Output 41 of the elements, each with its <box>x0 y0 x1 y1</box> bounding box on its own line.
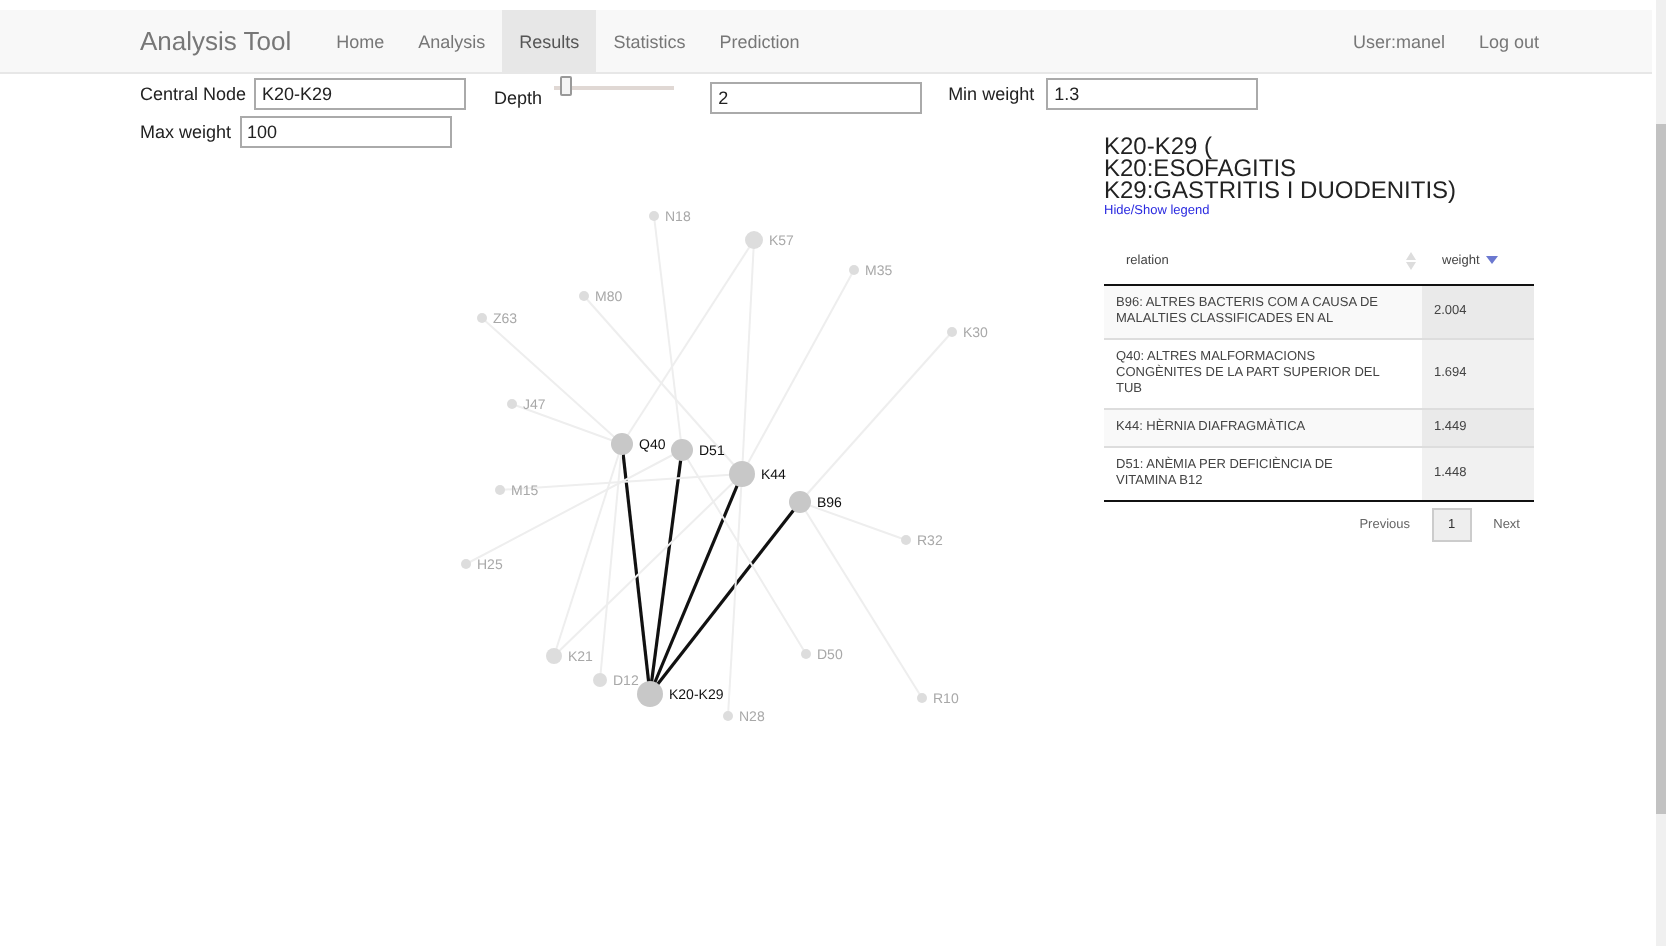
graph-node[interactable] <box>579 291 589 301</box>
graph-node[interactable] <box>901 535 911 545</box>
legend-title: K20-K29 ( K20:ESOFAGITIS K29:GASTRITIS I DUODENITIS) <box>1104 136 1459 202</box>
logout-link[interactable]: Log out <box>1461 10 1556 72</box>
brand-title[interactable]: Analysis Tool <box>140 10 292 72</box>
graph-node[interactable] <box>507 399 517 409</box>
graph-node[interactable] <box>745 231 763 249</box>
graph-node[interactable] <box>649 211 659 221</box>
graph-node[interactable] <box>546 648 562 664</box>
field-label: Min weight <box>948 84 1035 104</box>
nav-link[interactable]: Home <box>319 10 402 72</box>
field-label: Depth <box>494 88 543 108</box>
scrollbar[interactable] <box>1656 0 1666 946</box>
nav-link[interactable]: Statistics <box>596 10 703 72</box>
graph-node[interactable] <box>495 485 505 495</box>
graph-node[interactable] <box>611 433 633 455</box>
sort-icon <box>1406 252 1416 270</box>
graph-node[interactable] <box>801 649 811 659</box>
field-label: Central Node <box>140 84 247 104</box>
field-label: Max weight <box>140 122 232 142</box>
max-weight-field[interactable]: 100 <box>239 116 452 148</box>
graph-node[interactable] <box>947 327 957 337</box>
graph-node[interactable] <box>593 673 607 687</box>
nav-link[interactable]: Analysis <box>401 10 503 72</box>
nav-link[interactable]: Prediction <box>702 10 817 72</box>
central-node-field[interactable]: K20-K29 <box>254 78 467 110</box>
graph-node[interactable] <box>917 693 927 703</box>
min-weight-field[interactable]: 1.3 <box>1046 78 1259 110</box>
graph-node[interactable] <box>789 491 811 513</box>
graph-node[interactable] <box>461 559 471 569</box>
sort-descending-icon <box>1485 255 1498 263</box>
graph-node[interactable] <box>671 439 693 461</box>
nav-link[interactable]: Results <box>502 10 597 72</box>
graph-node[interactable] <box>637 681 663 707</box>
depth-field[interactable]: 2 <box>710 82 923 114</box>
user-link[interactable]: User:manel <box>1335 10 1462 72</box>
graph-node[interactable] <box>849 265 859 275</box>
graph-node[interactable] <box>729 461 755 487</box>
graph-node[interactable] <box>723 711 733 721</box>
depth-slider[interactable] <box>554 76 675 100</box>
graph-node[interactable] <box>477 313 487 323</box>
